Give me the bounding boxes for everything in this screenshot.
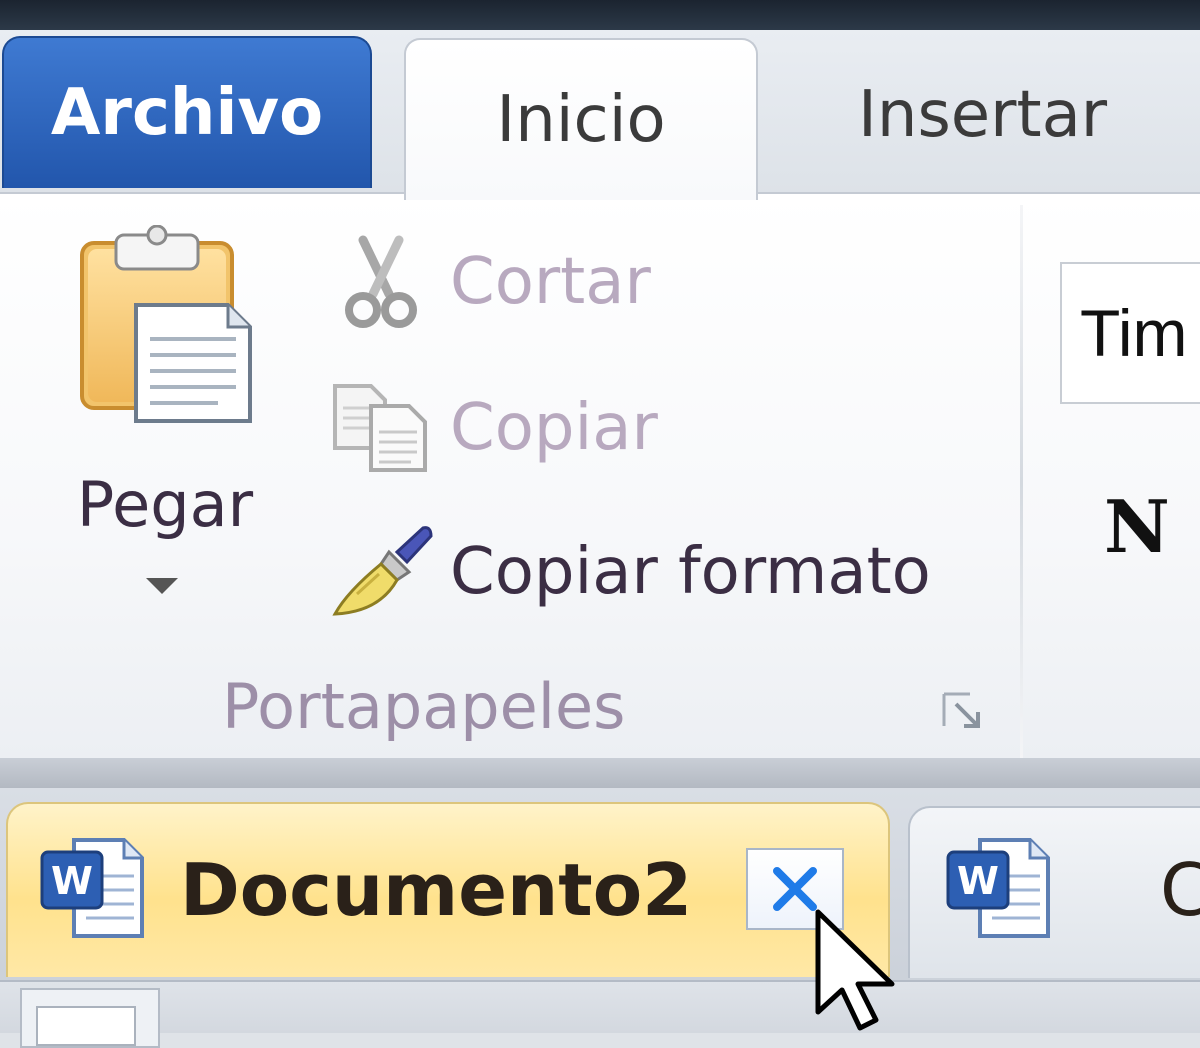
- svg-text:W: W: [51, 859, 93, 903]
- copy-icon: [326, 378, 436, 478]
- chevron-down-icon[interactable]: [146, 578, 178, 594]
- mouse-pointer-icon: [815, 909, 895, 1031]
- dialog-launcher-icon[interactable]: [940, 690, 986, 732]
- ruler-area: [0, 980, 1200, 1033]
- clipboard-group-label: Portapapeles: [222, 670, 626, 743]
- document-tab-label: Documento2: [180, 848, 693, 932]
- format-painter-label: Copiar formato: [450, 535, 931, 609]
- paste-label: Pegar: [76, 468, 254, 541]
- ribbon-group-separator: [1020, 205, 1023, 760]
- format-painter-button[interactable]: Copiar formato: [326, 522, 931, 622]
- tab-insertar[interactable]: Insertar: [760, 40, 1200, 190]
- word-document-icon: W: [946, 838, 1050, 938]
- ruler-toggle-inner: [36, 1006, 136, 1046]
- window-title-bar: [0, 0, 1200, 30]
- scissors-icon: [326, 232, 436, 332]
- copy-button[interactable]: Copiar: [326, 378, 658, 478]
- word-document-icon: W: [40, 838, 144, 938]
- copy-label: Copiar: [450, 391, 658, 465]
- cut-button[interactable]: Cortar: [326, 232, 651, 332]
- svg-text:W: W: [957, 859, 999, 903]
- tab-inicio[interactable]: Inicio: [404, 38, 758, 200]
- font-name-combobox[interactable]: Tim: [1060, 262, 1200, 404]
- clipboard-paste-icon: [80, 225, 252, 423]
- ribbon-bottom-border: [0, 758, 1200, 788]
- cut-label: Cortar: [450, 245, 651, 319]
- tab-archivo[interactable]: Archivo: [2, 36, 372, 188]
- bold-button[interactable]: N: [1104, 484, 1170, 569]
- document-tab-2-label: C: [1160, 848, 1200, 932]
- paintbrush-icon: [326, 522, 436, 622]
